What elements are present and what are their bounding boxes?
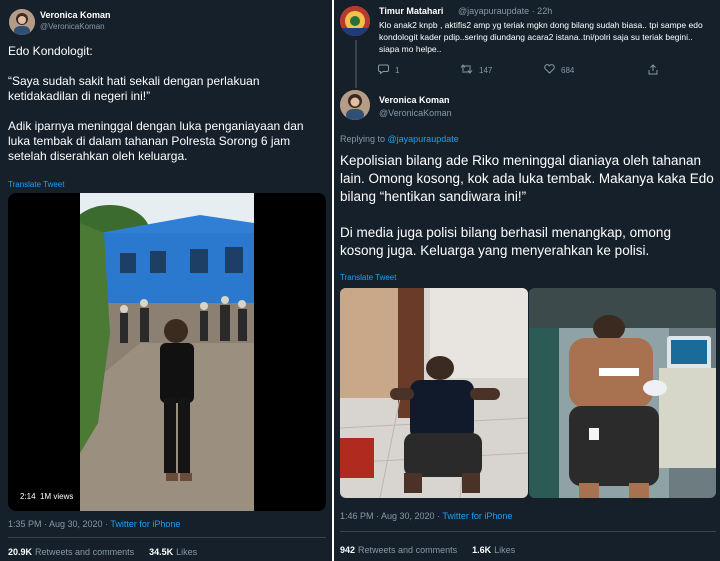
reply-author-handle[interactable]: @VeronicaKoman — [379, 108, 452, 118]
video-thumbnail — [80, 193, 254, 511]
left-tweet: Veronica Koman @VeronicaKoman Edo Kondol… — [0, 0, 332, 561]
replying-to-link[interactable]: @jayapuraupdate — [388, 134, 459, 144]
likes-count: 34.5K — [149, 547, 174, 557]
reply-retweets-label: Retweets and comments — [358, 545, 458, 555]
parent-author-name[interactable]: Timur Matahari — [379, 6, 443, 16]
retweet-action[interactable]: 147 — [460, 64, 492, 76]
video-views: 1M views — [40, 492, 74, 501]
parent-author-avatar[interactable] — [340, 6, 370, 36]
video-duration: 2:14 — [20, 492, 36, 501]
reply-stats: 942 Retweets and comments 1.6K Likes — [340, 545, 515, 555]
translate-tweet-link[interactable]: Translate Tweet — [8, 180, 64, 189]
tweet-line-3: Adik iparnya meninggal dengan luka penga… — [8, 119, 304, 163]
reply-timestamp: 1:46 PM · Aug 30, 2020 · Twitter for iPh… — [340, 511, 512, 521]
reply-likes-label: Likes — [494, 545, 516, 555]
reply-tweet-text: Kepolisian bilang ade Riko meninggal dia… — [340, 152, 716, 260]
parent-author-handle[interactable]: @jayapuraupdate · 22h — [458, 6, 552, 16]
reply-likes-stat[interactable]: 1.6K Likes — [472, 545, 515, 555]
retweet-icon — [460, 64, 473, 76]
reply-retweets-count: 942 — [340, 545, 356, 555]
video-stats: 2:14 1M views — [16, 490, 78, 503]
share-action[interactable] — [648, 64, 658, 77]
likes-label: Likes — [176, 547, 198, 557]
author-avatar[interactable] — [9, 9, 35, 35]
like-icon — [544, 64, 555, 76]
timestamp-text[interactable]: 1:35 PM · Aug 30, 2020 · — [8, 519, 110, 529]
likes-stat[interactable]: 34.5K Likes — [149, 547, 197, 557]
tweet-stats: 20.9K Retweets and comments 34.5K Likes — [8, 547, 197, 557]
photo-right[interactable] — [529, 288, 716, 498]
reply-retweets-stat[interactable]: 942 Retweets and comments — [340, 545, 457, 555]
retweet-count: 147 — [479, 65, 493, 75]
reply-icon — [378, 64, 389, 76]
like-count: 684 — [561, 65, 575, 75]
retweets-count: 20.9K — [8, 547, 33, 557]
author-handle[interactable]: @VeronicaKoman — [40, 22, 105, 31]
stats-divider — [8, 537, 326, 538]
right-thread: Timur Matahari @jayapuraupdate · 22h Klo… — [334, 0, 720, 561]
reply-action[interactable]: 1 — [378, 64, 399, 76]
replying-to: Replying to @jayapuraupdate — [340, 134, 459, 144]
retweets-label: Retweets and comments — [35, 547, 135, 557]
tweet-timestamp: 1:35 PM · Aug 30, 2020 · Twitter for iPh… — [8, 519, 180, 529]
like-action[interactable]: 684 — [544, 64, 574, 76]
parent-tweet-text: Klo anak2 knpb , aktifis2 amp yg teriak … — [379, 20, 703, 54]
replying-prefix: Replying to — [340, 134, 388, 144]
share-icon — [648, 64, 658, 77]
tweet-text: Edo Kondologit: “Saya sudah sakit hati s… — [8, 44, 328, 164]
reply-stats-divider — [340, 531, 716, 532]
reply-author-name[interactable]: Veronica Koman — [379, 95, 450, 105]
reply-timestamp-text[interactable]: 1:46 PM · Aug 30, 2020 · — [340, 511, 442, 521]
reply-count: 1 — [395, 65, 400, 75]
photo-left[interactable] — [340, 288, 528, 498]
parent-tweet-actions: 1 147 684 — [378, 64, 698, 78]
reply-paragraph-2: Di media juga polisi bilang berhasil men… — [340, 225, 671, 258]
tweet-line-1: Edo Kondologit: — [8, 44, 93, 58]
tweet-line-2: “Saya sudah sakit hati sekali dengan per… — [8, 74, 260, 103]
thread-connector — [355, 40, 357, 88]
reply-author-avatar[interactable] — [340, 90, 370, 120]
source-link[interactable]: Twitter for iPhone — [110, 519, 180, 529]
retweets-stat[interactable]: 20.9K Retweets and comments — [8, 547, 134, 557]
reply-source-link[interactable]: Twitter for iPhone — [442, 511, 512, 521]
author-name[interactable]: Veronica Koman — [40, 10, 111, 20]
reply-likes-count: 1.6K — [472, 545, 492, 555]
reply-translate-link[interactable]: Translate Tweet — [340, 273, 396, 282]
video-player[interactable]: 2:14 1M views — [8, 193, 326, 511]
reply-paragraph-1: Kepolisian bilang ade Riko meninggal dia… — [340, 153, 714, 204]
